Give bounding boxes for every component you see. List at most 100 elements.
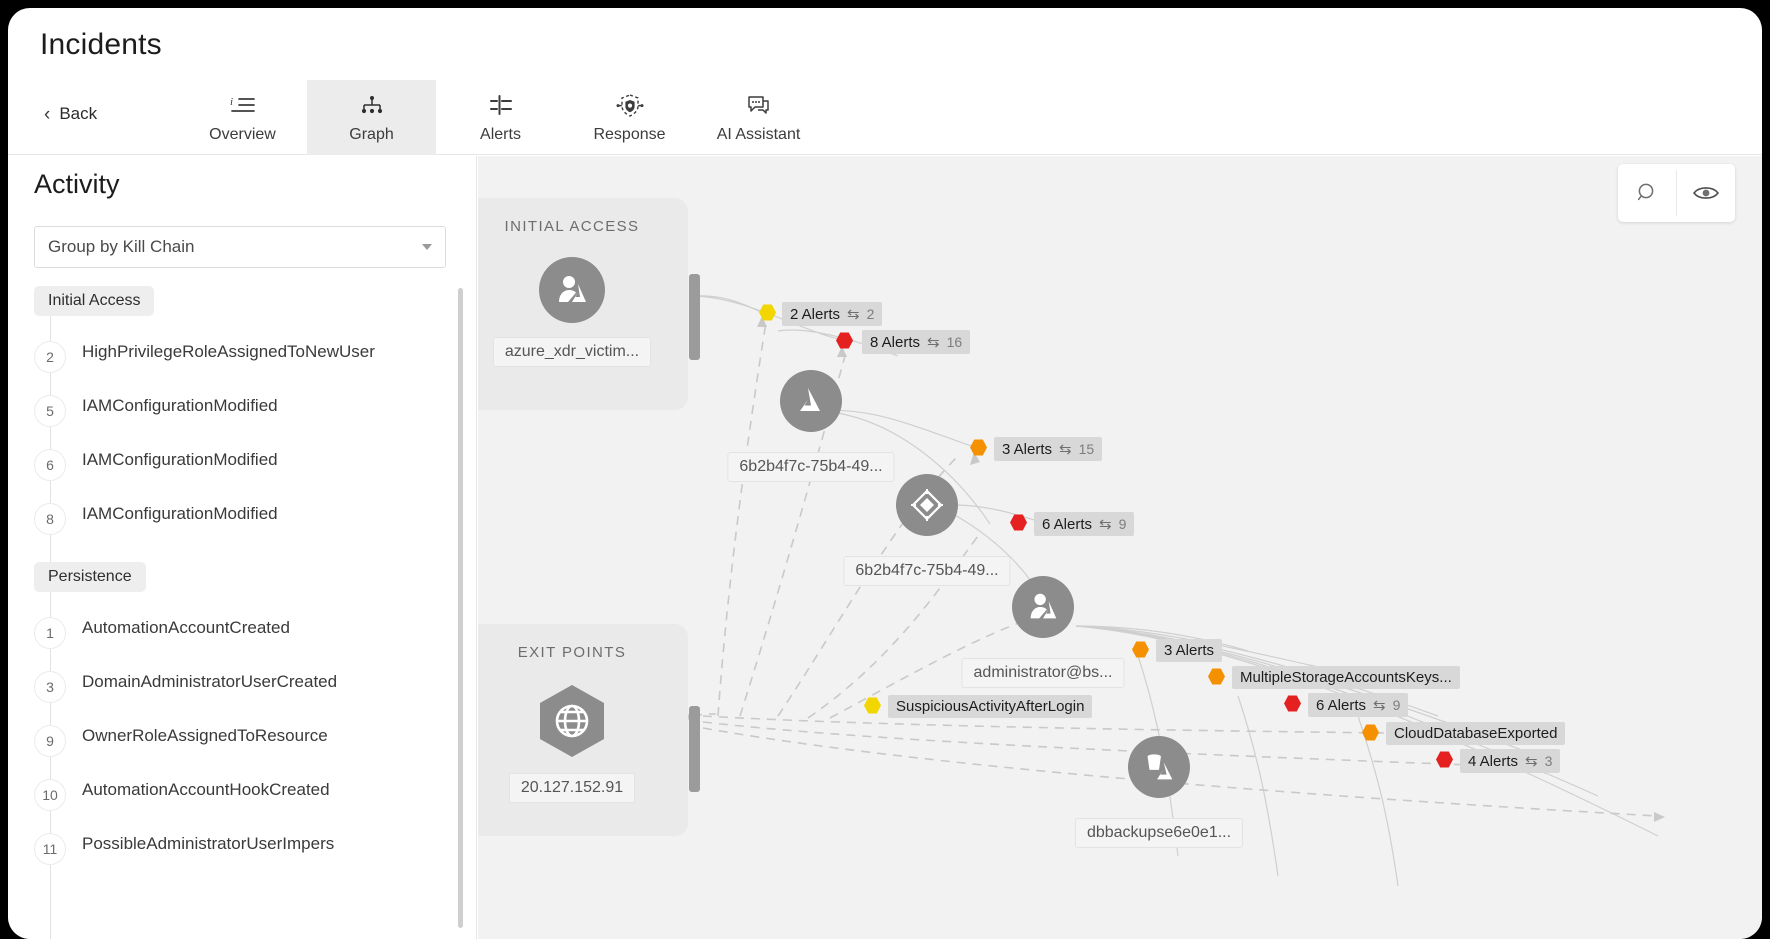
node-label: dbbackupse6e0e1... [1074,818,1244,848]
list-item[interactable]: 9 OwnerRoleAssignedToResource [34,714,454,768]
swap-icon: ⇆ [1525,753,1538,770]
item-number: 8 [34,503,66,535]
zone-node[interactable]: 20.127.152.91 [478,683,688,803]
graph-canvas[interactable]: INITIAL ACCESS azure_xdr_victim... EXIT … [478,156,1762,939]
graph-node-administrator[interactable]: administrator@bs... [961,576,1125,688]
tab-ai-assistant[interactable]: AI Assistant [694,80,823,155]
badge-label: CloudDatabaseExported [1394,725,1558,742]
activity-timeline[interactable]: Initial Access 2 HighPrivilegeRoleAssign… [34,286,454,939]
sidebar-scrollbar[interactable] [458,288,463,928]
graph-node-storage[interactable]: dbbackupse6e0e1... [1074,736,1244,848]
item-number: 2 [34,341,66,373]
status-badge[interactable]: 6 Alerts ⇆ 9 [1034,512,1135,536]
tab-overview-label: Overview [209,126,276,143]
badge-label: 4 Alerts [1468,752,1519,770]
item-label: AutomationAccountCreated [82,618,290,637]
list-item[interactable]: 5 IAMConfigurationModified [34,384,454,438]
status-badge[interactable]: MultipleStorageAccountsKeys... [1232,666,1460,689]
item-label: IAMConfigurationModified [82,504,278,523]
tab-overview[interactable]: i Overview [178,80,307,155]
graph-node-resource[interactable]: 6b2b4f7c-75b4-49... [843,474,1011,586]
badge-label: 8 Alerts [870,333,921,351]
list-item[interactable]: 1 AutomationAccountCreated [34,606,454,660]
list-item[interactable]: 11 PossibleAdministratorUserImpers [34,822,454,876]
resource-icon [896,474,958,536]
group-chip: Initial Access [34,286,155,316]
item-label: DomainAdministratorUserCreated [82,672,338,691]
item-label: AutomationAccountHookCreated [82,780,330,799]
globe-hexagon-icon [535,683,609,759]
tab-ai-assistant-label: AI Assistant [716,126,801,143]
search-button[interactable] [1618,164,1676,222]
badge-label: 2 Alerts [790,305,841,323]
activity-sidebar: Activity Group by Kill Chain Initial Acc… [8,156,477,939]
tab-list: i Overview Graph Alerts Response AI Assi… [178,80,823,155]
tab-response[interactable]: Response [565,80,694,155]
chevron-down-icon [422,244,432,250]
svg-text:i: i [230,96,233,108]
swap-icon: ⇆ [927,334,940,351]
badge-label: MultipleStorageAccountsKeys... [1240,669,1452,686]
badge-count: 2 [866,306,875,322]
badge-count: 3 [1544,753,1553,769]
status-badge[interactable]: 3 Alerts ⇆ 15 [994,437,1103,461]
list-icon: i [230,89,256,123]
tab-bar: ‹ Back i Overview Graph Alerts Response … [8,80,1762,155]
item-label: OwnerRoleAssignedToResource [82,726,328,745]
badge-count: 9 [1118,516,1127,532]
swap-icon: ⇆ [1373,697,1386,714]
item-number: 3 [34,671,66,703]
item-number: 9 [34,725,66,757]
node-label: 6b2b4f7c-75b4-49... [843,556,1011,586]
group-by-select[interactable]: Group by Kill Chain [34,226,446,268]
zone-handle[interactable] [689,706,700,792]
swap-icon: ⇆ [1059,441,1072,458]
list-item[interactable]: 6 IAMConfigurationModified [34,438,454,492]
back-button[interactable]: ‹ Back [44,104,97,124]
status-badge[interactable]: 2 Alerts ⇆ 2 [782,302,883,326]
graph-toolbar [1618,164,1735,222]
zone-title: EXIT POINTS [517,644,627,661]
node-label: 6b2b4f7c-75b4-49... [727,452,895,482]
list-item[interactable]: 8 IAMConfigurationModified [34,492,454,546]
list-item[interactable]: 2 HighPrivilegeRoleAssignedToNewUser [34,330,454,384]
item-label: HighPrivilegeRoleAssignedToNewUser [82,342,375,361]
kill-chain-group-persistence: Persistence 1 AutomationAccountCreated 3… [34,562,454,876]
zone-initial-access[interactable]: INITIAL ACCESS azure_xdr_victim... [478,198,700,410]
item-label: IAMConfigurationModified [82,450,278,469]
azure-user-icon [1012,576,1074,638]
tab-alerts-label: Alerts [480,126,521,143]
node-label: 20.127.152.91 [508,773,636,803]
zone-node[interactable]: azure_xdr_victim... [478,257,688,367]
tab-graph[interactable]: Graph [307,80,436,155]
shield-icon [616,89,644,123]
chat-icon [746,89,772,123]
zone-handle[interactable] [689,274,700,360]
status-badge[interactable]: 8 Alerts ⇆ 16 [862,330,971,354]
zone-exit-points[interactable]: EXIT POINTS 20.127.152.91 [478,624,700,836]
eye-icon [1693,187,1719,199]
status-badge[interactable]: 4 Alerts ⇆ 3 [1460,749,1561,773]
badge-label: 3 Alerts [1002,440,1053,458]
status-badge[interactable]: 3 Alerts [1156,639,1223,662]
list-item[interactable]: 3 DomainAdministratorUserCreated [34,660,454,714]
item-label: IAMConfigurationModified [82,396,278,415]
kill-chain-group-initial-access: Initial Access 2 HighPrivilegeRoleAssign… [34,286,454,546]
item-number: 6 [34,449,66,481]
status-badge[interactable]: SuspiciousActivityAfterLogin [888,695,1093,718]
tab-alerts[interactable]: Alerts [436,80,565,155]
visibility-button[interactable] [1677,164,1735,222]
badge-count: 15 [1078,441,1095,457]
swap-icon: ⇆ [1099,516,1112,533]
group-chip: Persistence [34,562,146,592]
badge-count: 16 [946,334,963,350]
list-item[interactable]: 10 AutomationAccountHookCreated [34,768,454,822]
search-icon [1637,183,1654,201]
status-badge[interactable]: 6 Alerts ⇆ 9 [1308,693,1409,717]
activity-title: Activity [34,169,120,199]
tab-graph-label: Graph [349,126,394,143]
azure-icon [780,370,842,432]
node-label: administrator@bs... [961,658,1125,688]
graph-node-azure[interactable]: 6b2b4f7c-75b4-49... [727,370,895,482]
status-badge[interactable]: CloudDatabaseExported [1386,722,1566,745]
